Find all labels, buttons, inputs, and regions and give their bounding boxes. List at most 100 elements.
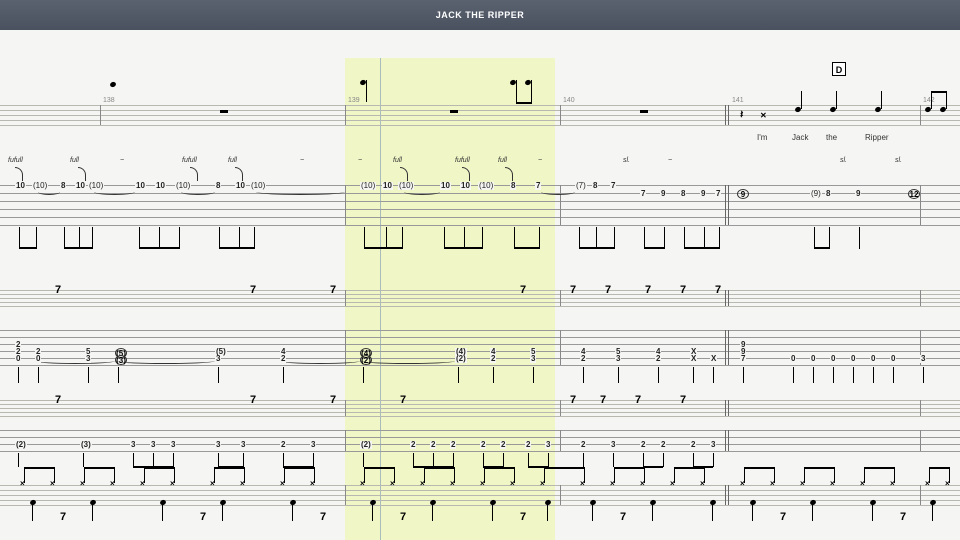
- tab-fret: 8: [680, 190, 686, 198]
- eighth-rest: 7: [900, 511, 906, 523]
- beam: [214, 467, 244, 469]
- eighth-rest: 7: [570, 394, 576, 406]
- stem: [92, 227, 93, 249]
- tab-fret-circled: 12: [908, 189, 920, 199]
- eighth-rest: 7: [60, 511, 66, 523]
- eighth-rest: 7: [55, 394, 61, 406]
- eighth-rest: 7: [400, 394, 406, 406]
- tab-fret: (2): [360, 441, 372, 449]
- tab-fret: 0: [15, 355, 21, 363]
- stem: [812, 505, 813, 521]
- stem: [704, 467, 705, 483]
- score-viewport[interactable]: D 138 139 140 141 142 𝄽 ✕: [0, 30, 960, 540]
- eighth-rest: 7: [605, 284, 611, 296]
- stem: [592, 505, 593, 521]
- tab-fret: 2: [280, 355, 286, 363]
- stem: [363, 453, 364, 467]
- stem: [584, 467, 585, 483]
- note: [109, 81, 116, 88]
- tab-fret: (10): [398, 182, 414, 190]
- tie-arc: [280, 358, 360, 364]
- tab-fret: 2: [280, 441, 286, 449]
- stem: [413, 453, 414, 467]
- tab-fret: 2: [430, 441, 436, 449]
- beam: [644, 247, 664, 249]
- eighth-rest: 7: [570, 284, 576, 296]
- stem: [364, 467, 365, 483]
- stem: [314, 467, 315, 483]
- bend-arrow-icon: [15, 167, 23, 181]
- tab-fret: 10: [135, 182, 146, 190]
- stem: [684, 227, 685, 249]
- eighth-rest: 7: [250, 284, 256, 296]
- tab-fret: 10: [460, 182, 471, 190]
- stem: [712, 505, 713, 521]
- tab-fret: 3: [150, 441, 156, 449]
- stem: [36, 227, 37, 249]
- stem: [923, 367, 924, 383]
- stem: [894, 467, 895, 483]
- stem: [949, 467, 950, 483]
- stem: [583, 453, 584, 467]
- beam: [931, 91, 947, 93]
- rehearsal-mark: D: [832, 62, 846, 76]
- stem: [244, 467, 245, 483]
- beam: [484, 467, 514, 469]
- tab-fret: 0: [830, 355, 836, 363]
- song-title: JACK THE RIPPER: [436, 10, 525, 20]
- tab-fret: (3): [80, 441, 92, 449]
- tab-fret: 3: [530, 355, 536, 363]
- stem: [222, 505, 223, 521]
- stem: [19, 227, 20, 249]
- stem: [283, 367, 284, 383]
- stem: [658, 367, 659, 383]
- stem: [713, 453, 714, 467]
- tab-fret: 8: [510, 182, 516, 190]
- stem: [833, 367, 834, 383]
- tab-fret: 0: [890, 355, 896, 363]
- technique-label: sl.: [623, 157, 630, 164]
- tab-fret: 10: [15, 182, 26, 190]
- tie-arc: [256, 189, 345, 195]
- tab-fret: X: [690, 355, 697, 363]
- stem: [153, 453, 154, 467]
- beam: [24, 467, 54, 469]
- stem: [174, 467, 175, 483]
- tab-fret: 2: [690, 441, 696, 449]
- stem: [292, 505, 293, 521]
- tab-fret: 3: [215, 355, 221, 363]
- stem: [531, 80, 532, 102]
- tab-fret: 3: [710, 441, 716, 449]
- tab-fret: 10: [75, 182, 86, 190]
- tab-fret: 0: [850, 355, 856, 363]
- technique-label: full: [393, 157, 402, 164]
- ghost-note: ✕: [760, 111, 767, 120]
- beam: [444, 247, 482, 249]
- stem: [366, 80, 367, 102]
- tab-fret: 3: [170, 441, 176, 449]
- technique-label: full: [498, 157, 507, 164]
- beam: [516, 102, 532, 104]
- measure-number: 142: [923, 97, 935, 104]
- tab-fret: 10: [382, 182, 393, 190]
- beam: [284, 467, 314, 469]
- stem: [133, 453, 134, 467]
- stem: [674, 467, 675, 483]
- tab-fret: 3: [310, 441, 316, 449]
- stem: [693, 453, 694, 467]
- stem: [64, 227, 65, 249]
- tab-fret: (10): [88, 182, 104, 190]
- stem: [179, 227, 180, 249]
- app-titlebar: JACK THE RIPPER: [0, 0, 960, 30]
- stem: [614, 227, 615, 249]
- stem: [173, 453, 174, 467]
- stem: [363, 367, 364, 383]
- stem: [159, 227, 160, 249]
- tab-fret: 2: [525, 441, 531, 449]
- stem: [24, 467, 25, 483]
- eighth-rest: 7: [520, 511, 526, 523]
- stem: [386, 227, 387, 249]
- hold-mark: ~: [300, 157, 304, 164]
- beam: [544, 467, 584, 469]
- stem: [218, 367, 219, 383]
